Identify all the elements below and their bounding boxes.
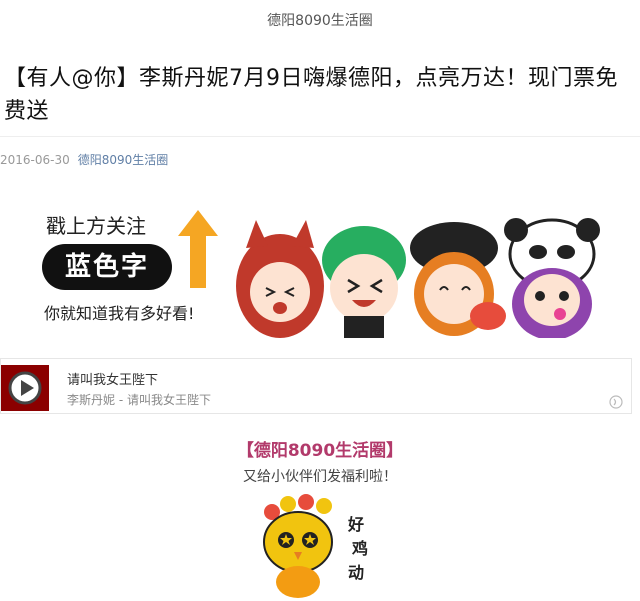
banner-line1: 戳上方关注 — [46, 214, 146, 238]
audio-wave-icon — [609, 395, 623, 409]
account-name-header: 德阳8090生活圈 — [267, 13, 373, 29]
divider — [0, 136, 640, 137]
promo-subtitle: 又给小伙伴们发福利啦！ — [243, 469, 397, 485]
banner-line2: 你就知道我有多好看! — [44, 304, 195, 323]
audio-subtitle: 李斯丹妮 - 请叫我女王陛下 — [67, 393, 211, 407]
follow-banner: 戳上方关注 蓝色字 你就知道我有多好看! — [36, 200, 616, 340]
play-icon[interactable] — [1, 365, 49, 411]
cartoon-characters-illustration — [236, 218, 600, 338]
chick-sticker-icon: 好 鸡 动 — [263, 494, 368, 598]
article-meta: 2016-06-30 德阳8090生活圈 — [0, 151, 168, 168]
svg-text:好: 好 — [347, 515, 364, 534]
promo-brand: 【德阳8090生活圈】 — [236, 441, 404, 461]
publish-date: 2016-06-30 — [0, 153, 70, 167]
account-link[interactable]: 德阳8090生活圈 — [78, 153, 169, 167]
banner-pill: 蓝色字 — [42, 244, 172, 290]
up-arrow-icon — [178, 210, 218, 288]
article-title: 【有人@你】李斯丹妮7月9日嗨爆德阳，点亮万达！现门票免费送 — [4, 66, 618, 124]
audio-player-card[interactable]: 请叫我女王陛下 李斯丹妮 - 请叫我女王陛下 — [0, 358, 632, 414]
audio-title: 请叫我女王陛下 — [67, 373, 159, 388]
svg-text:鸡: 鸡 — [351, 539, 368, 558]
svg-text:动: 动 — [348, 563, 364, 582]
